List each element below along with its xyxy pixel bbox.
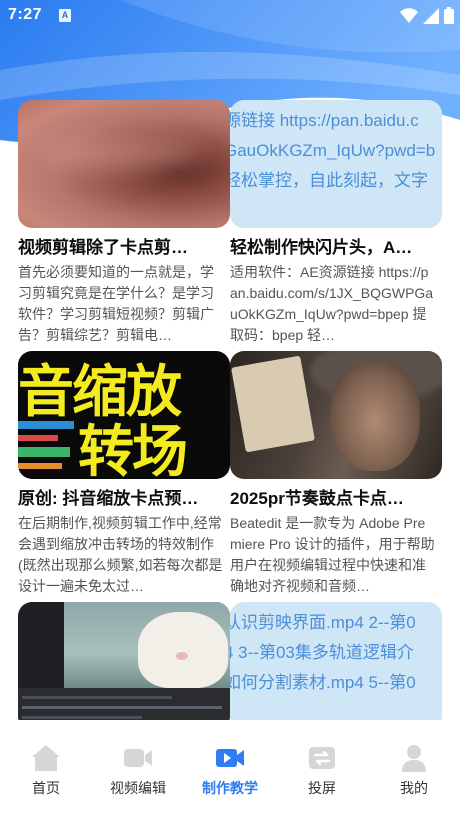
card-description: 首先必须要知道的一点就是，学习剪辑究竟是在学什么？是学习软件？学习剪辑短视频？剪…: [18, 264, 214, 343]
tutorial-card[interactable]: 2025pr节奏鼓点卡点… Beatedit 是一款专为 Adobe Premi…: [230, 351, 442, 597]
status-bar: 7:27 A: [0, 0, 460, 32]
home-icon: [32, 745, 60, 771]
status-time: 7:27: [8, 6, 43, 23]
tab-label: 视频编辑: [110, 780, 166, 796]
tutorial-card[interactable]: 视频剪辑除了卡点剪… 首先必须要知道的一点就是，学习剪辑究竟是在学什么？是学习软…: [18, 100, 230, 346]
card-thumbnail[interactable]: [18, 602, 230, 720]
thumbnail-text-line: 如何分割素材.mp4 5--第0: [230, 673, 416, 692]
tutorial-card[interactable]: [18, 602, 230, 720]
card-title: 轻松制作快闪片头，A…: [230, 238, 413, 257]
notification-badge-icon: A: [59, 9, 71, 22]
tab-label: 首页: [32, 780, 60, 796]
card-description: 适用软件：AE资源链接 https://pan.baidu.com/s/1JX_…: [230, 264, 434, 343]
card-title: 视频剪辑除了卡点剪…: [18, 238, 188, 257]
card-thumbnail[interactable]: 源链接 https://pan.baidu.c GauOkKGZm_IqUw?p…: [230, 100, 442, 228]
card-thumbnail[interactable]: 音缩放 转场: [18, 351, 230, 479]
tutorial-card[interactable]: 认识剪映界面.mp4 2--第0 4 3--第03集多轨道逻辑介 如何分割素材.…: [230, 602, 442, 720]
thumbnail-text-line: 认识剪映界面.mp4 2--第0: [230, 613, 416, 632]
thumbnail-text-line: 4 3--第03集多轨道逻辑介: [230, 643, 414, 662]
card-thumbnail[interactable]: [18, 100, 230, 228]
tab-profile[interactable]: 我的: [368, 744, 460, 798]
card-title: 原创: 抖音缩放卡点预…: [18, 489, 199, 508]
video-camera-icon: [124, 749, 152, 767]
card-thumbnail[interactable]: [230, 351, 442, 479]
signal-icon: [423, 7, 439, 24]
thumbnail-text-line: GauOkKGZm_IqUw?pwd=b: [230, 141, 436, 160]
tab-screen-cast[interactable]: 投屏: [276, 744, 368, 798]
card-title: 2025pr节奏鼓点卡点…: [230, 489, 404, 508]
thumbnail-headline: 转场: [78, 420, 188, 479]
tutorial-grid: 视频剪辑除了卡点剪… 首先必须要知道的一点就是，学习剪辑究竟是在学什么？是学习软…: [18, 100, 442, 720]
thumbnail-text-line: 轻松掌控，自此刻起，文字: [230, 171, 428, 190]
thumbnail-text-line: 源链接 https://pan.baidu.c: [230, 111, 419, 130]
tab-label: 我的: [400, 780, 428, 796]
wifi-icon: [400, 7, 418, 23]
video-play-icon: [216, 749, 244, 767]
tab-label: 投屏: [308, 780, 336, 796]
card-description: Beatedit 是一款专为 Adobe Premiere Pro 设计的插件，…: [230, 515, 435, 594]
card-thumbnail[interactable]: 认识剪映界面.mp4 2--第0 4 3--第03集多轨道逻辑介 如何分割素材.…: [230, 602, 442, 720]
bottom-tab-bar: 首页 视频编辑 制作教学 投屏 我的: [0, 732, 460, 817]
tab-home[interactable]: 首页: [0, 744, 92, 798]
card-description: 在后期制作,视频剪辑工作中,经常会遇到缩放冲击转场的特效制作(既然出现那么频繁,…: [18, 515, 223, 594]
tab-video-edit[interactable]: 视频编辑: [92, 744, 184, 798]
tutorial-card[interactable]: 音缩放 转场 原创: 抖音缩放卡点预… 在后期制作,视频剪辑工作中,经常会遇到缩…: [18, 351, 230, 597]
screen-cast-icon: [309, 747, 335, 769]
user-icon: [402, 745, 426, 772]
tab-label: 制作教学: [202, 780, 258, 796]
battery-icon: [444, 7, 454, 24]
status-icons: [400, 7, 454, 24]
tab-tutorials[interactable]: 制作教学: [184, 744, 276, 798]
tutorial-card[interactable]: 源链接 https://pan.baidu.c GauOkKGZm_IqUw?p…: [230, 100, 442, 346]
